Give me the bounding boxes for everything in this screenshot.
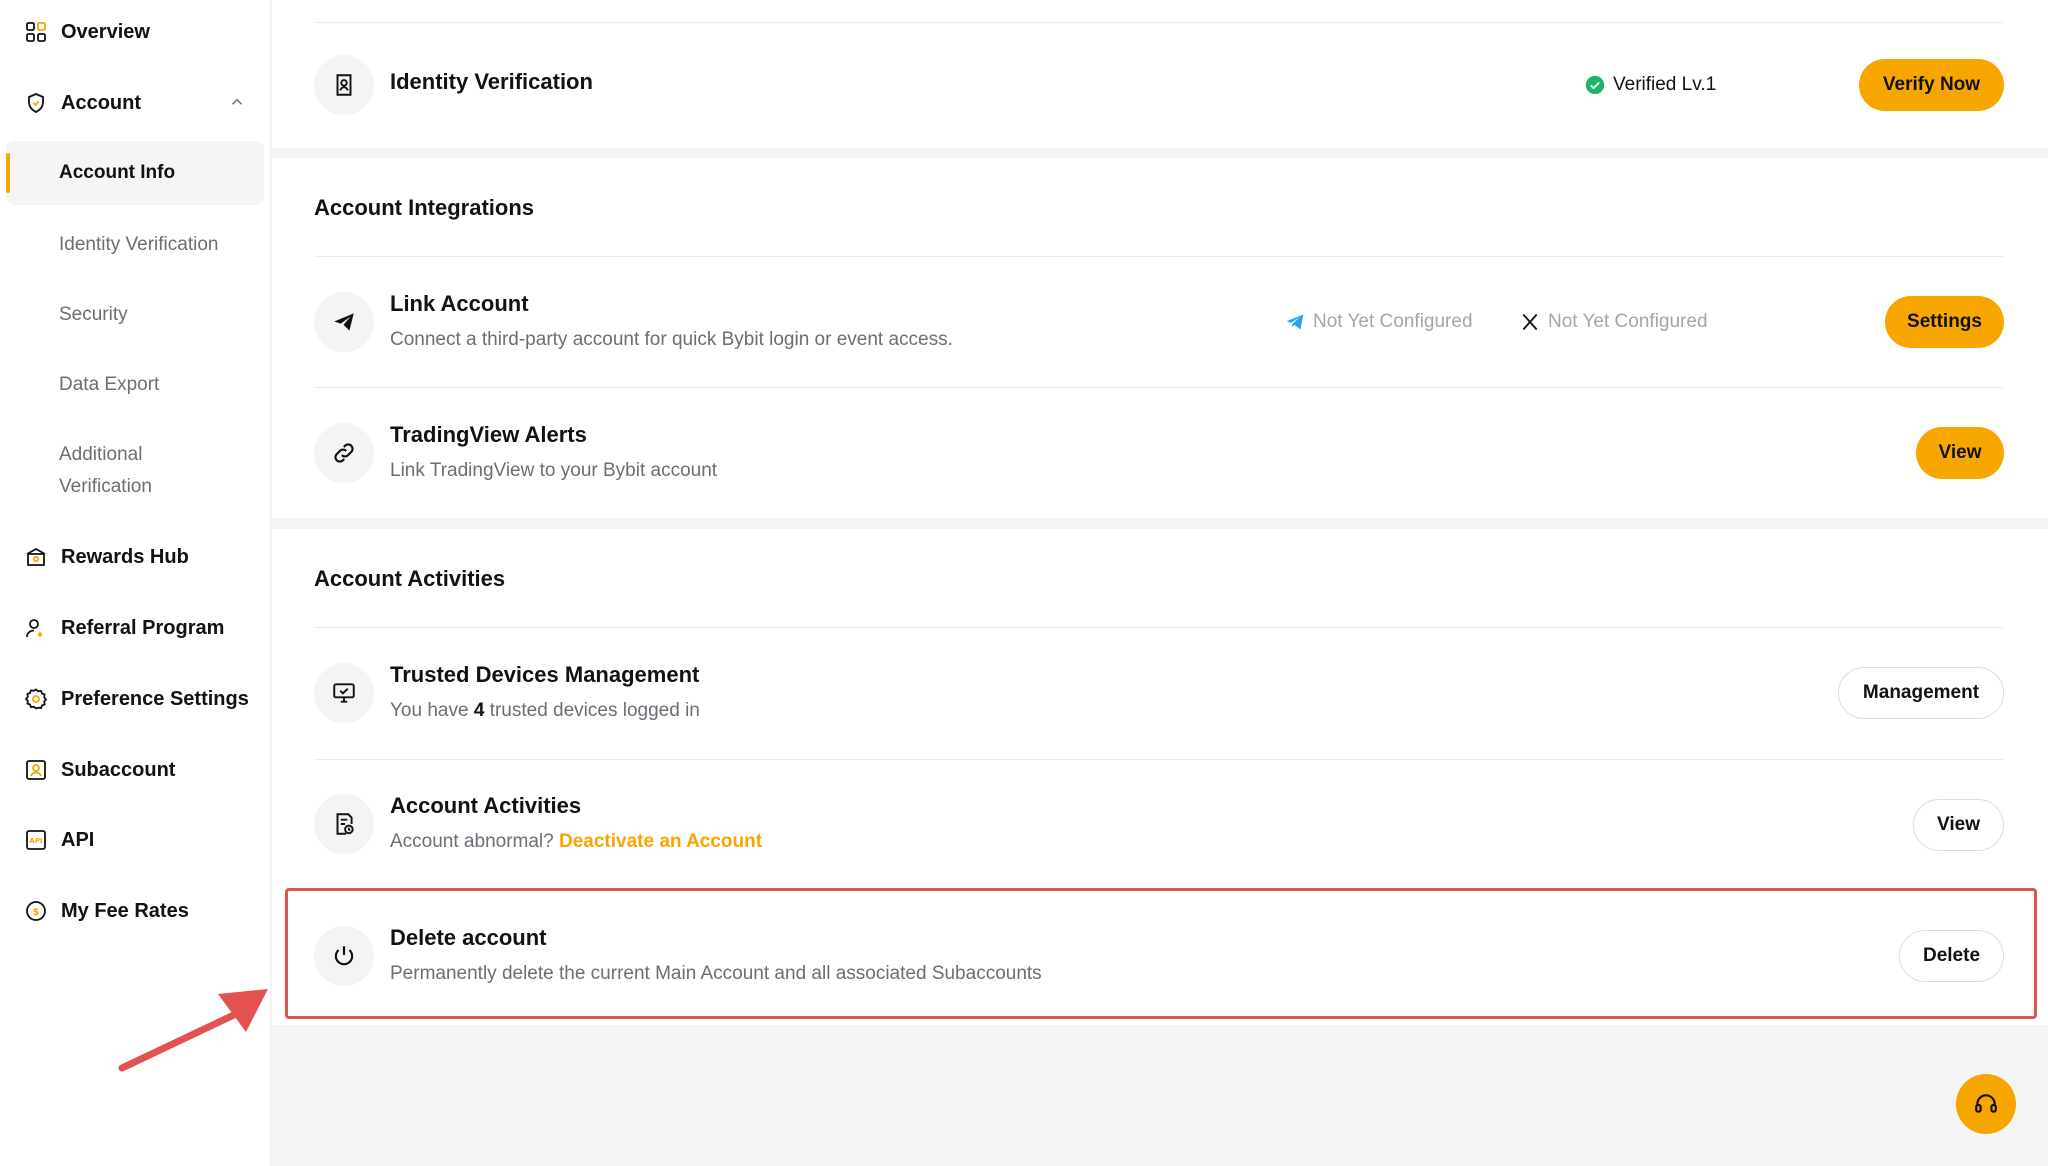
account-activities-view-button[interactable]: View [1913,799,2004,851]
identity-status: Verified Lv.1 [1585,74,1716,96]
check-circle-icon [1585,75,1605,95]
sidebar-item-overview[interactable]: Overview [6,0,264,64]
grid-icon [23,19,49,45]
sidebar-item-label: API [61,828,95,851]
divider [314,22,2004,23]
user-plus-icon [23,615,49,641]
sidebar-subitem-additional-verification[interactable]: Additional Verification [6,438,206,504]
sidebar-item-account[interactable]: Account [6,71,264,135]
trusted-devices-desc: You have 4 trusted devices logged in [390,700,700,722]
identity-icon-wrap [314,55,374,115]
gift-icon [23,544,49,570]
sidebar-item-label: Rewards Hub [61,545,189,568]
sidebar-subitem-label: Account Info [59,162,176,183]
x-status: Not Yet Configured [1520,311,1708,333]
shield-icon [23,90,49,116]
svg-text:$: $ [33,907,40,918]
divider [314,256,2004,257]
divider [314,759,2004,760]
link-icon [334,443,354,463]
highlight-box [285,888,2037,1019]
sidebar-subitem-security[interactable]: Security [6,283,264,347]
telegram-icon [1286,314,1304,330]
sidebar-subitem-identity-verification[interactable]: Identity Verification [6,213,264,277]
trusted-devices-icon-wrap [314,663,374,723]
sidebar-item-label: Preference Settings [61,687,249,710]
account-activities-icon-wrap [314,794,374,854]
telegram-status: Not Yet Configured [1285,311,1473,333]
tradingview-desc: Link TradingView to your Bybit account [390,460,718,481]
annotation-arrow-icon [118,989,268,1072]
telegram-status-text: Not Yet Configured [1313,311,1473,332]
sidebar-item-label: Referral Program [61,616,225,639]
sidebar-subitem-label: Additional Verification [59,444,152,497]
sidebar-item-rewards-hub[interactable]: Rewards Hub [6,525,264,589]
settings-button[interactable]: Settings [1885,296,2004,348]
sidebar-item-label: Account [61,91,141,114]
sidebar-item-referral-program[interactable]: Referral Program [6,596,264,660]
headset-icon [1975,1094,1997,1113]
gear-icon [23,686,49,712]
identity-status-text: Verified Lv.1 [1613,74,1717,95]
sidebar-item-subaccount[interactable]: Subaccount [6,738,264,802]
trusted-devices-title: Trusted Devices Management [390,662,700,687]
account-activities-desc: Account abnormal? Deactivate an Account [390,831,762,853]
paper-plane-icon [334,313,354,331]
api-icon: API [23,827,49,853]
account-activities-desc-prefix: Account abnormal? [390,831,554,852]
account-activities-title: Account Activities [390,793,582,818]
management-button[interactable]: Management [1838,667,2004,719]
deactivate-account-link[interactable]: Deactivate an Account [559,831,762,852]
sidebar-item-label: Overview [61,20,150,43]
sidebar-subitem-label: Security [59,304,128,325]
divider [314,387,2004,388]
sidebar-item-label: My Fee Rates [61,899,189,922]
document-clock-icon [336,813,354,835]
link-account-desc: Connect a third-party account for quick … [390,329,953,350]
sidebar-item-preference-settings[interactable]: Preference Settings [6,667,264,731]
link-account-title: Link Account [390,291,529,316]
sidebar-subitem-label: Data Export [59,374,160,395]
support-chat-button[interactable] [1956,1074,2016,1134]
trusted-device-count: 4 [473,700,485,721]
tradingview-view-button[interactable]: View [1916,427,2004,479]
subaccount-icon [23,757,49,783]
verify-now-button[interactable]: Verify Now [1859,59,2004,111]
trusted-desc-prefix: You have [390,700,469,721]
activities-title: Account Activities [314,566,506,591]
monitor-check-icon [333,683,355,703]
identity-title: Identity Verification [390,69,593,94]
sidebar-item-my-fee-rates[interactable]: $ My Fee Rates [6,879,264,943]
sidebar-subitem-data-export[interactable]: Data Export [6,353,264,417]
sidebar-item-api[interactable]: API API [6,808,264,872]
x-status-text: Not Yet Configured [1548,311,1708,332]
trusted-desc-suffix: trusted devices logged in [489,700,700,721]
x-logo-icon [1522,313,1538,331]
sidebar-subitem-account-info[interactable]: Account Info [6,141,264,205]
link-account-icon-wrap [314,292,374,352]
integrations-title: Account Integrations [314,195,535,220]
sidebar-item-label: Subaccount [61,758,176,781]
sidebar-subitem-label: Identity Verification [59,234,219,255]
tradingview-title: TradingView Alerts [390,422,587,447]
chevron-up-icon[interactable] [228,93,246,111]
svg-text:API: API [29,837,42,845]
coin-icon: $ [23,898,49,924]
divider [314,627,2004,628]
id-badge-icon [336,74,352,96]
tradingview-icon-wrap [314,423,374,483]
